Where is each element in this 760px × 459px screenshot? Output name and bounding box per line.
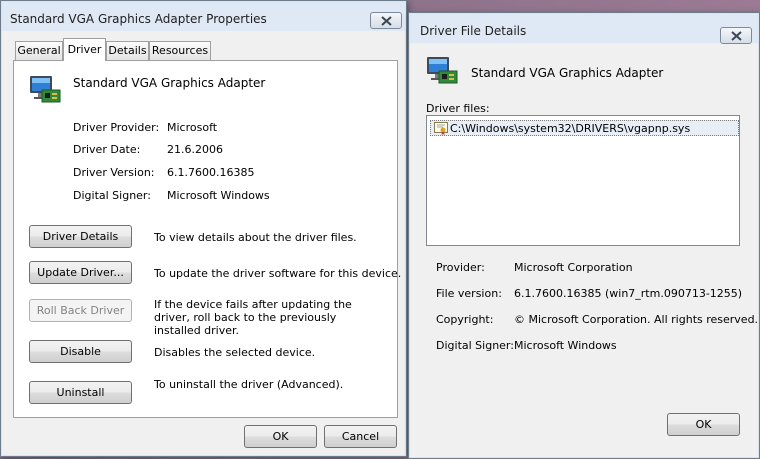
properties-close-button[interactable] bbox=[370, 12, 402, 29]
display-adapter-icon bbox=[427, 57, 458, 84]
file-details-ok-button[interactable]: OK bbox=[667, 413, 740, 436]
detail-value: Microsoft Corporation bbox=[514, 261, 633, 274]
action-description: Disables the selected device. bbox=[154, 346, 316, 359]
detail-label: File version: bbox=[436, 287, 502, 300]
detail-label: Copyright: bbox=[436, 313, 494, 326]
cancel-button[interactable]: Cancel bbox=[324, 425, 397, 448]
action-description: To uninstall the driver (Advanced). bbox=[154, 378, 344, 391]
roll-back-driver-button[interactable]: Roll Back Driver bbox=[29, 299, 132, 322]
file-details-title: Driver File Details bbox=[420, 24, 527, 38]
properties-titlebar[interactable]: Standard VGA Graphics Adapter Properties bbox=[1, 1, 406, 31]
tab-details[interactable]: Details bbox=[106, 41, 149, 60]
action-description: To view details about the driver files. bbox=[154, 231, 357, 244]
disable-button[interactable]: Disable bbox=[29, 340, 132, 363]
certificate-file-icon bbox=[434, 122, 448, 135]
uninstall-button[interactable]: Uninstall bbox=[29, 381, 132, 404]
tab-driver[interactable]: Driver bbox=[63, 38, 106, 61]
tab-resources[interactable]: Resources bbox=[149, 41, 211, 60]
info-value: Microsoft Windows bbox=[167, 189, 270, 202]
tab-general[interactable]: General bbox=[15, 41, 63, 60]
device-name: Standard VGA Graphics Adapter bbox=[73, 76, 266, 90]
properties-dialog: Standard VGA Graphics Adapter Properties… bbox=[0, 0, 407, 457]
detail-value: 6.1.7600.16385 (win7_rtm.090713-1255) bbox=[514, 287, 743, 300]
action-description: If the device fails after updating the d… bbox=[154, 298, 352, 337]
driver-files-label: Driver files: bbox=[426, 102, 490, 115]
driver-files-list[interactable]: C:\Windows\system32\DRIVERS\vgapnp.sys bbox=[426, 115, 740, 246]
device-name: Standard VGA Graphics Adapter bbox=[471, 66, 664, 80]
close-icon bbox=[731, 31, 742, 41]
file-details-titlebar[interactable]: Driver File Details bbox=[409, 13, 759, 44]
info-label: Driver Provider: bbox=[73, 121, 160, 134]
list-item[interactable]: C:\Windows\system32\DRIVERS\vgapnp.sys bbox=[430, 120, 739, 136]
info-value: Microsoft bbox=[167, 121, 218, 134]
info-value: 6.1.7600.16385 bbox=[167, 166, 255, 179]
detail-label: Provider: bbox=[436, 261, 485, 274]
info-label: Driver Date: bbox=[73, 143, 141, 156]
info-label: Digital Signer: bbox=[73, 189, 151, 202]
detail-value: Microsoft Windows bbox=[514, 339, 617, 352]
driver-details-button[interactable]: Driver Details bbox=[29, 225, 132, 248]
action-description: To update the driver software for this d… bbox=[154, 267, 402, 280]
properties-title: Standard VGA Graphics Adapter Properties bbox=[10, 12, 267, 26]
driver-file-path: C:\Windows\system32\DRIVERS\vgapnp.sys bbox=[450, 122, 691, 135]
update-driver-button[interactable]: Update Driver... bbox=[29, 261, 132, 284]
ok-button[interactable]: OK bbox=[244, 425, 317, 448]
display-adapter-icon bbox=[30, 76, 61, 103]
detail-value: © Microsoft Corporation. All rights rese… bbox=[514, 313, 759, 326]
info-label: Driver Version: bbox=[73, 166, 155, 179]
info-value: 21.6.2006 bbox=[167, 143, 223, 156]
close-icon bbox=[381, 16, 392, 26]
driver-tab-panel: Standard VGA Graphics Adapter Driver Pro… bbox=[13, 60, 402, 418]
file-details-close-button[interactable] bbox=[720, 27, 752, 44]
detail-label: Digital Signer: bbox=[436, 339, 514, 352]
